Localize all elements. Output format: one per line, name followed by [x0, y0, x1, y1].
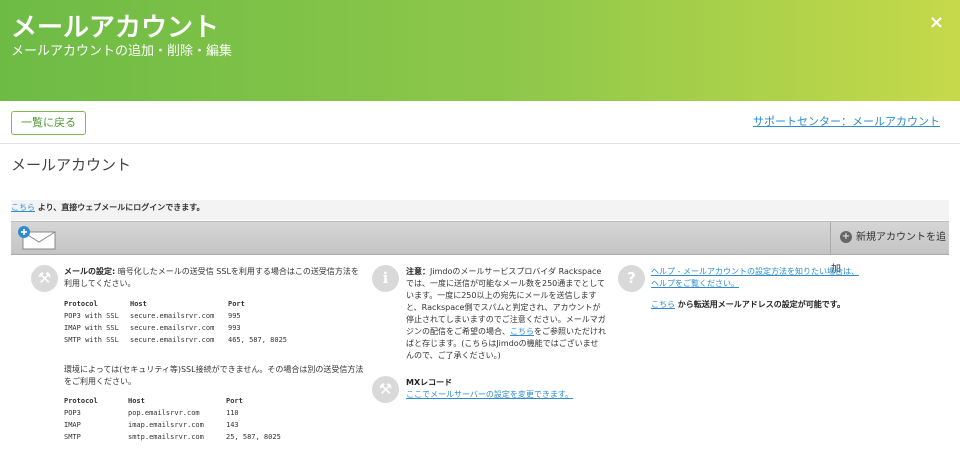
add-account-button[interactable]: + 新規アカウントを追加 — [830, 222, 949, 275]
page-header: メールアカウント メールアカウントの追加・削除・編集 × — [0, 0, 960, 101]
support-center-link[interactable]: サポートセンター：メールアカウント — [753, 113, 940, 129]
plus-circle-icon: + — [840, 231, 852, 243]
table-cell: SMTP — [64, 433, 81, 441]
forwarding-link[interactable]: こちら — [651, 300, 675, 309]
table-cell: IMAP — [64, 421, 81, 429]
close-icon[interactable]: × — [929, 12, 944, 33]
help-link[interactable]: ヘルプ - メールアカウントの設定方法を知りたい場合は、ヘルプをご覧ください。 — [651, 267, 859, 288]
table-header-row: Protocol Host Port — [64, 298, 287, 310]
mx-record-block: MXレコード ここでメールサーバーの設定を変更できます。 — [406, 377, 626, 401]
table-row: IMAP imap.emailsrvr.com 143 — [64, 419, 281, 431]
non-ssl-note: 環境によっては(セキュリティ等)SSL接続ができません。その場合は別の送受信方法… — [64, 365, 364, 386]
forwarding-text: から転送用メールアドレスの設定が可能です。 — [675, 300, 845, 309]
account-action-bar: + 新規アカウントを追加 — [11, 221, 949, 275]
table-cell: 993 — [228, 324, 241, 332]
mail-settings-label: メールの設定: — [64, 267, 116, 276]
mx-settings-link[interactable]: ここでメールサーバーの設定を変更できます。 — [406, 390, 573, 399]
table-header: Port — [228, 300, 245, 308]
page-header-subtitle: メールアカウントの追加・削除・編集 — [11, 44, 233, 59]
table-row: POP3 with SSL secure.emailsrvr.com 995 — [64, 310, 287, 322]
toolbar: 一覧に戻る サポートセンター：メールアカウント — [0, 101, 960, 144]
notice-body-1: Jimdoのメールサービスプロバイダ Rackspace では、一度に送信が可能… — [406, 267, 606, 336]
table-header: Protocol — [64, 300, 98, 308]
newsletter-link[interactable]: こちら — [510, 327, 534, 336]
table-cell: POP3 — [64, 409, 81, 417]
forwarding-block: こちら から転送用メールアドレスの設定が可能です。 — [651, 299, 891, 311]
webmail-text: より、直接ウェブメールにログインできます。 — [35, 203, 205, 212]
table-row: SMTP with SSL secure.emailsrvr.com 465, … — [64, 334, 287, 346]
table-cell: pop.emailsrvr.com — [128, 409, 200, 417]
envelope-plus-icon[interactable] — [17, 225, 57, 251]
table-row: IMAP with SSL secure.emailsrvr.com 993 — [64, 322, 287, 334]
table-header: Host — [128, 397, 145, 405]
table-cell: 465, 587, 8025 — [228, 336, 288, 344]
table-cell: 110 — [226, 409, 239, 417]
question-icon: ? — [618, 265, 645, 292]
notice-label: 注意： — [406, 267, 430, 276]
table-header-row: Protocol Host Port — [64, 395, 281, 407]
wrench-icon: ⚒ — [31, 265, 58, 292]
table-cell: 995 — [228, 312, 241, 320]
table-cell: SMTP with SSL — [64, 336, 119, 344]
help-block: ヘルプ - メールアカウントの設定方法を知りたい場合は、ヘルプをご覧ください。 — [651, 266, 861, 290]
ssl-protocol-table: Protocol Host Port POP3 with SSL secure.… — [64, 298, 287, 346]
back-to-list-button[interactable]: 一覧に戻る — [11, 111, 86, 135]
mx-record-title: MXレコード — [406, 378, 453, 387]
webmail-link[interactable]: こちら — [11, 203, 35, 212]
table-header: Host — [130, 300, 147, 308]
table-header: Protocol — [64, 397, 98, 405]
table-cell: imap.emailsrvr.com — [128, 421, 204, 429]
info-icon: i — [372, 265, 399, 292]
table-cell: smtp.emailsrvr.com — [128, 433, 204, 441]
table-cell: 25, 587, 8025 — [226, 433, 281, 441]
plain-protocol-table: Protocol Host Port POP3 pop.emailsrvr.co… — [64, 395, 281, 443]
wrench-icon: ⚒ — [372, 376, 399, 403]
table-cell: POP3 with SSL — [64, 312, 119, 320]
table-cell: IMAP with SSL — [64, 324, 119, 332]
webmail-login-line: こちら より、直接ウェブメールにログインできます。 — [11, 200, 949, 220]
mail-settings-intro: メールの設定: 暗号化したメールの送受信 SSLを利用する場合はこの送受信方法を… — [64, 266, 364, 290]
notice-text: 注意：Jimdoのメールサービスプロバイダ Rackspace では、一度に送信… — [406, 266, 606, 362]
table-cell: 143 — [226, 421, 239, 429]
table-row: POP3 pop.emailsrvr.com 110 — [64, 407, 281, 419]
table-cell: secure.emailsrvr.com — [130, 312, 215, 320]
table-header: Port — [226, 397, 243, 405]
section-title: メールアカウント — [11, 156, 132, 174]
table-row: SMTP smtp.emailsrvr.com 25, 587, 8025 — [64, 431, 281, 443]
table-cell: secure.emailsrvr.com — [130, 336, 215, 344]
page-header-title: メールアカウント — [11, 13, 220, 43]
table-cell: secure.emailsrvr.com — [130, 324, 215, 332]
